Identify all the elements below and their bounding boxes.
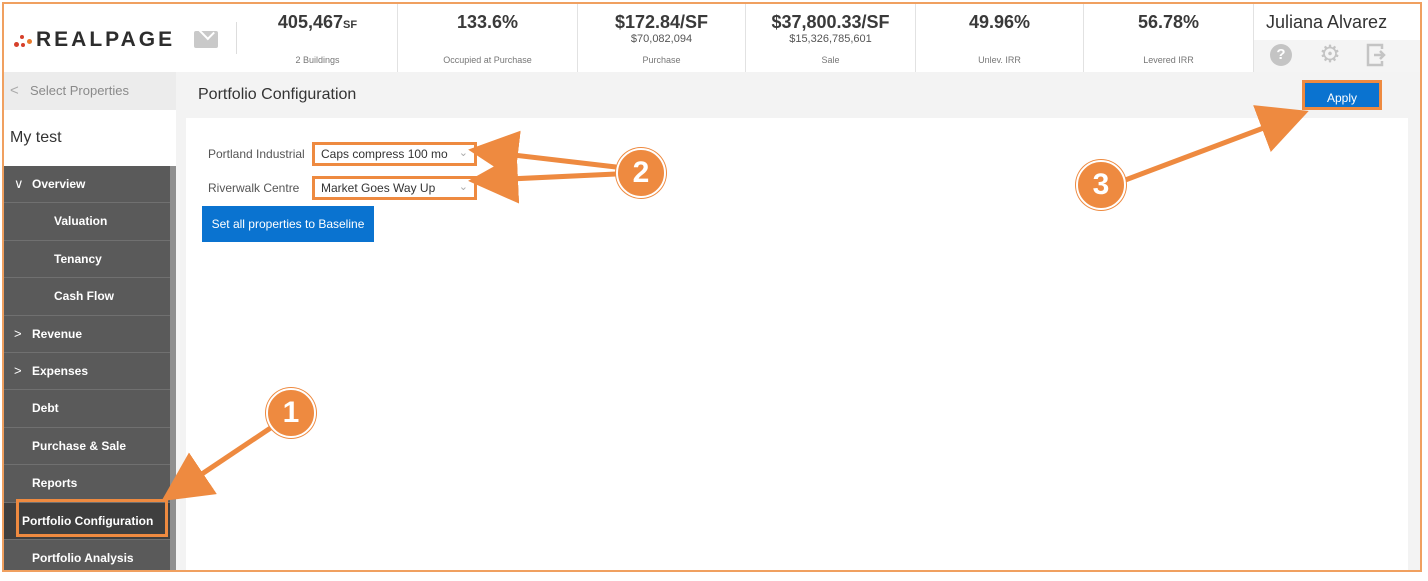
metric-value: 405,467 xyxy=(278,12,343,32)
set-baseline-button[interactable]: Set all properties to Baseline xyxy=(202,206,374,242)
sidebar-item-purchase-sale[interactable]: Purchase & Sale xyxy=(4,428,170,465)
metric-unlevered-irr: 49.96% Unlev. IRR xyxy=(916,4,1084,72)
user-toolbar: ? ⚙ xyxy=(1254,40,1420,72)
metric-purchase: $172.84/SF $70,082,094 Purchase xyxy=(578,4,746,72)
app-window: REALPAGE 405,467SF 2 Buildings 133.6% Oc… xyxy=(2,2,1422,572)
sidebar-item-label: Expenses xyxy=(32,364,88,378)
sidebar: < Select Properties My test ∨ Overview V… xyxy=(4,72,176,572)
logout-icon[interactable] xyxy=(1366,43,1388,67)
apply-button[interactable]: Apply xyxy=(1302,80,1382,110)
main-panel: Portfolio Configuration Apply Portland I… xyxy=(176,72,1420,572)
help-icon[interactable]: ? xyxy=(1270,44,1292,66)
sidebar-item-label: Reports xyxy=(32,476,77,490)
realpage-logo[interactable]: REALPAGE xyxy=(12,30,175,50)
sidebar-item-label: Tenancy xyxy=(54,252,102,266)
sidebar-item-label: Portfolio Analysis xyxy=(32,551,134,565)
metric-unit: SF xyxy=(343,19,357,31)
sidebar-item-label: Purchase & Sale xyxy=(32,439,126,453)
header-divider xyxy=(236,22,237,54)
sidebar-item-valuation[interactable]: Valuation xyxy=(4,203,170,240)
metric-value: $37,800.33/SF xyxy=(746,12,915,33)
chevron-left-icon: < xyxy=(10,72,19,110)
scenario-value: Caps compress 100 mo xyxy=(321,147,448,161)
select-properties-link[interactable]: < Select Properties xyxy=(4,72,176,110)
logo-wordmark: REALPAGE xyxy=(36,28,175,52)
user-name[interactable]: Juliana Alvarez xyxy=(1266,12,1387,33)
metric-caption: Purchase xyxy=(578,55,745,65)
page-title: Portfolio Configuration xyxy=(198,86,356,104)
property-name: Portland Industrial xyxy=(208,147,305,161)
property-name: Riverwalk Centre xyxy=(208,181,299,195)
metric-building-area: 405,467SF 2 Buildings xyxy=(238,4,398,72)
metric-value: $172.84/SF xyxy=(578,12,745,33)
metric-levered-irr: 56.78% Levered IRR xyxy=(1084,4,1254,72)
chevron-down-icon: ∨ xyxy=(14,166,24,202)
metric-caption: Levered IRR xyxy=(1084,55,1253,65)
metric-occupancy: 133.6% Occupied at Purchase xyxy=(398,4,578,72)
metric-value: 133.6% xyxy=(398,12,577,33)
sidebar-item-reports[interactable]: Reports xyxy=(4,465,170,502)
metric-caption: Occupied at Purchase xyxy=(398,55,577,65)
sidebar-item-debt[interactable]: Debt xyxy=(4,390,170,427)
scenario-value: Market Goes Way Up xyxy=(321,181,435,195)
scenario-select-portland[interactable]: Caps compress 100 mo ⌄ xyxy=(312,142,477,166)
project-name: My test xyxy=(4,110,176,166)
sidebar-item-portfolio-configuration[interactable]: Portfolio Configuration xyxy=(4,503,170,540)
logo-dots-icon xyxy=(12,30,34,50)
metric-caption: 2 Buildings xyxy=(238,55,397,65)
sidebar-item-tenancy[interactable]: Tenancy xyxy=(4,241,170,278)
sidebar-item-label: Debt xyxy=(32,401,59,415)
metric-caption: Unlev. IRR xyxy=(916,55,1083,65)
sidebar-nav: ∨ Overview Valuation Tenancy Cash Flow >… xyxy=(4,166,170,572)
sidebar-item-expenses[interactable]: > Expenses xyxy=(4,353,170,390)
sidebar-item-revenue[interactable]: > Revenue xyxy=(4,316,170,353)
mail-icon[interactable] xyxy=(194,31,218,48)
chevron-right-icon: > xyxy=(14,353,22,389)
sidebar-item-label: Cash Flow xyxy=(54,289,114,303)
content-card: Portland Industrial Caps compress 100 mo… xyxy=(186,118,1408,572)
header: REALPAGE 405,467SF 2 Buildings 133.6% Oc… xyxy=(4,4,1420,72)
user-block: Juliana Alvarez ? ⚙ xyxy=(1254,4,1420,72)
metric-value: 49.96% xyxy=(916,12,1083,33)
metric-sale: $37,800.33/SF $15,326,785,601 Sale xyxy=(746,4,916,72)
chevron-right-icon: > xyxy=(14,316,22,352)
sidebar-item-cash-flow[interactable]: Cash Flow xyxy=(4,278,170,315)
sidebar-item-portfolio-analysis[interactable]: Portfolio Analysis xyxy=(4,540,170,572)
sidebar-item-label: Valuation xyxy=(54,214,107,228)
metric-subvalue: $15,326,785,601 xyxy=(746,33,915,45)
chevron-down-icon: ⌄ xyxy=(459,178,468,196)
metric-subvalue: $70,082,094 xyxy=(578,33,745,45)
gear-icon[interactable]: ⚙ xyxy=(1318,43,1342,67)
sidebar-item-overview[interactable]: ∨ Overview xyxy=(4,166,170,203)
metric-value: 56.78% xyxy=(1084,12,1253,33)
metric-caption: Sale xyxy=(746,55,915,65)
sidebar-item-label: Revenue xyxy=(32,327,82,341)
select-properties-label: Select Properties xyxy=(30,72,129,110)
chevron-down-icon: ⌄ xyxy=(459,144,468,162)
scenario-select-riverwalk[interactable]: Market Goes Way Up ⌄ xyxy=(312,176,477,200)
sidebar-item-label: Portfolio Configuration xyxy=(22,514,153,528)
sidebar-item-label: Overview xyxy=(32,177,85,191)
